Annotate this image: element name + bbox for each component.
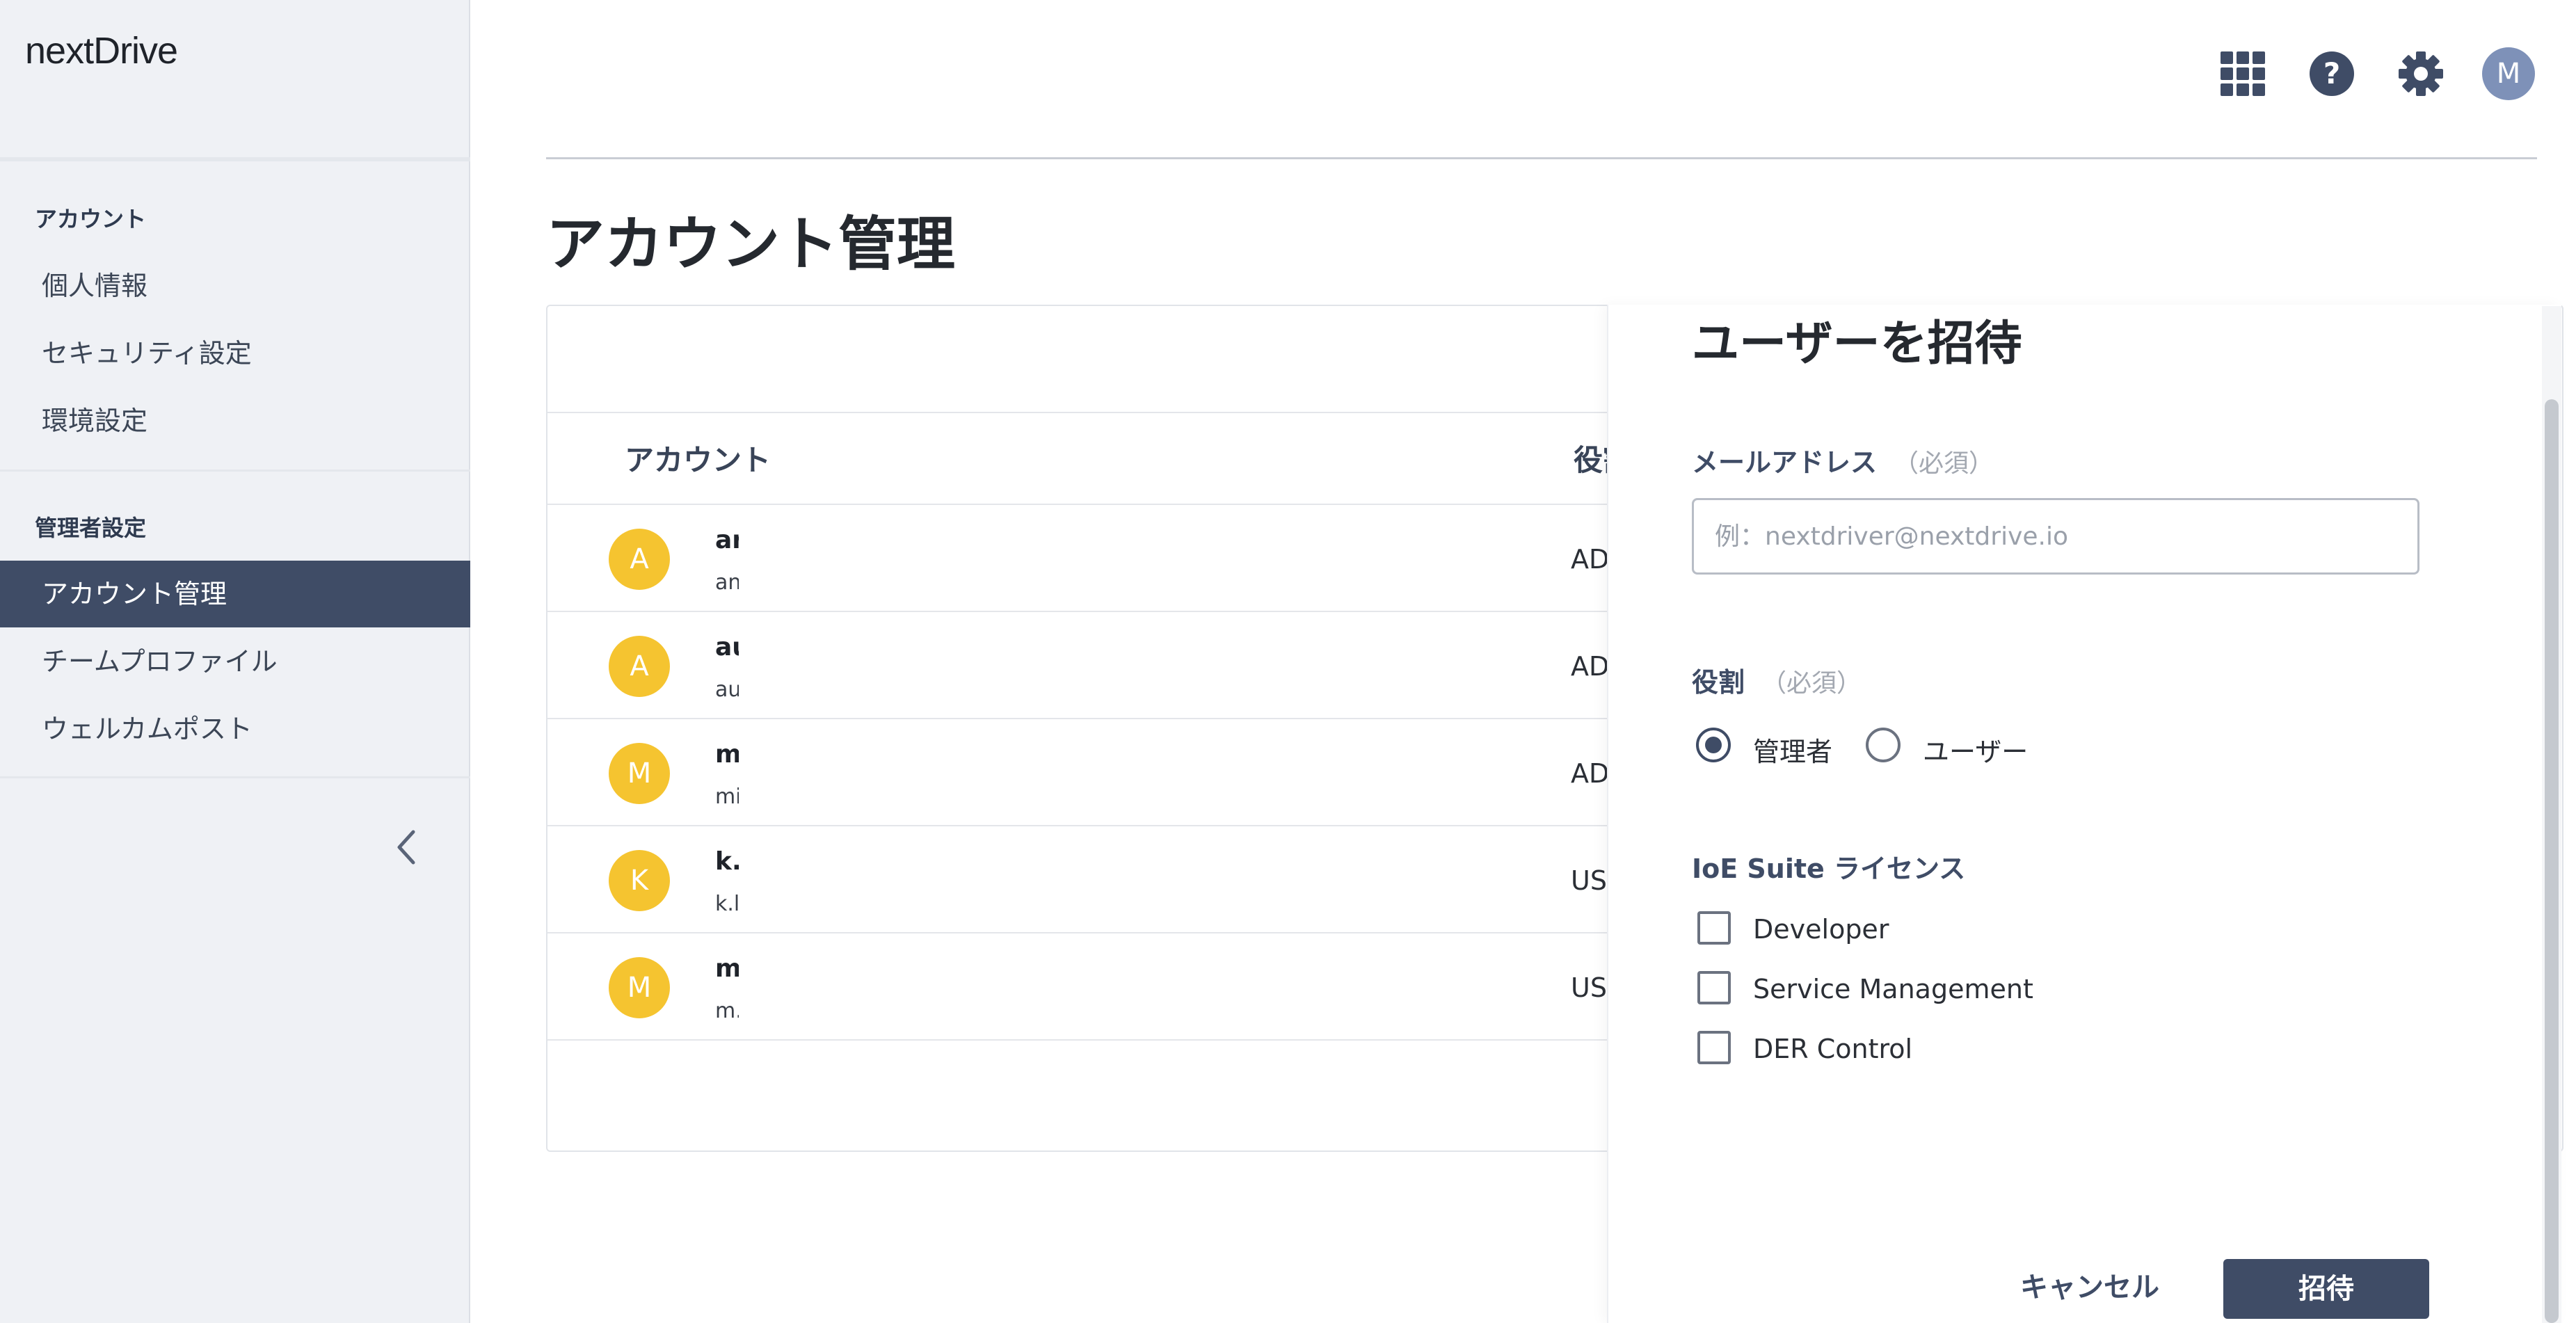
table-row-divider — [1462, 825, 1606, 826]
role-radio-user[interactable] — [1866, 728, 1901, 762]
account-avatar: A — [609, 636, 670, 697]
invite-panel-title: ユーザーを招待 — [1692, 316, 2022, 371]
account-avatar: K — [609, 850, 670, 911]
column-header-account[interactable]: アカウント — [625, 437, 771, 479]
role-radio-user-label[interactable]: ユーザー — [1923, 730, 2028, 769]
redaction-mask — [739, 826, 1462, 931]
license-checkbox-service-management[interactable] — [1697, 971, 1731, 1004]
apps-grid-icon[interactable] — [2218, 49, 2268, 99]
role-radio-admin[interactable] — [1696, 728, 1731, 762]
sidebar-divider — [0, 776, 470, 778]
account-name: m — [715, 740, 742, 769]
sidebar-item-welcome-post[interactable]: ウェルカムポスト — [0, 696, 470, 762]
redaction-mask — [739, 933, 1462, 1038]
header-divider — [546, 157, 2537, 159]
account-role: AD — [1571, 758, 1610, 789]
table-row-divider — [1462, 718, 1606, 719]
account-name: m — [715, 954, 742, 983]
help-icon[interactable]: ? — [2307, 49, 2357, 99]
license-label-der-control[interactable]: DER Control — [1753, 1034, 1912, 1064]
redaction-mask — [739, 612, 1462, 716]
account-role: AD — [1571, 651, 1610, 682]
account-avatar: M — [609, 957, 670, 1018]
sidebar-item-account-management[interactable]: アカウント管理 — [0, 561, 470, 627]
license-field-label: IoE Suite ライセンス — [1692, 853, 1966, 884]
cancel-button[interactable]: キャンセル — [2020, 1265, 2159, 1305]
page-title: アカウント管理 — [546, 210, 956, 278]
redaction-mask — [739, 505, 1462, 609]
license-checkbox-der-control[interactable] — [1697, 1031, 1731, 1064]
table-row-divider — [1462, 932, 1606, 933]
account-role: AD — [1571, 544, 1610, 575]
table-row-divider — [1462, 611, 1606, 612]
sidebar-item-team-profile[interactable]: チームプロファイル — [0, 628, 470, 695]
sidebar-item-preferences[interactable]: 環境設定 — [0, 387, 470, 454]
account-avatar: A — [609, 529, 670, 590]
svg-text:?: ? — [2323, 56, 2340, 90]
license-checkbox-developer[interactable] — [1697, 911, 1731, 945]
account-avatar: M — [609, 743, 670, 804]
role-field-label: 役割 （必須） — [1692, 667, 1862, 698]
chevron-left-icon[interactable] — [390, 826, 424, 868]
account-email: k.l — [715, 892, 740, 916]
email-field-label: メールアドレス （必須） — [1692, 447, 1994, 478]
license-label-developer[interactable]: Developer — [1753, 914, 1889, 945]
table-row-divider — [547, 1039, 1612, 1041]
account-email: au — [715, 677, 742, 702]
license-label-service-management[interactable]: Service Management — [1753, 974, 2033, 1004]
sidebar-item-security-settings[interactable]: セキュリティ設定 — [0, 320, 470, 387]
user-avatar[interactable]: M — [2482, 47, 2535, 100]
role-radio-admin-label[interactable]: 管理者 — [1753, 730, 1832, 769]
account-email: mi — [715, 785, 742, 809]
account-email: m. — [715, 999, 742, 1023]
sidebar-item-personal-info[interactable]: 個人情報 — [0, 252, 470, 319]
gear-icon[interactable] — [2396, 49, 2446, 99]
panel-scrollbar-thumb[interactable] — [2545, 399, 2559, 1323]
email-input[interactable] — [1692, 498, 2419, 575]
sidebar-section-admin-heading: 管理者設定 — [35, 515, 147, 541]
invite-button[interactable]: 招待 — [2223, 1259, 2429, 1319]
account-email: an — [715, 570, 742, 595]
sidebar-divider — [0, 157, 470, 161]
sidebar-section-account-heading: アカウント — [35, 206, 147, 232]
redaction-mask — [739, 719, 1462, 824]
column-header-role[interactable]: 役割 — [1574, 437, 1607, 479]
sidebar-divider — [0, 470, 470, 472]
app-logo[interactable]: nextDrive — [25, 29, 178, 72]
table-header-divider — [547, 412, 1612, 413]
